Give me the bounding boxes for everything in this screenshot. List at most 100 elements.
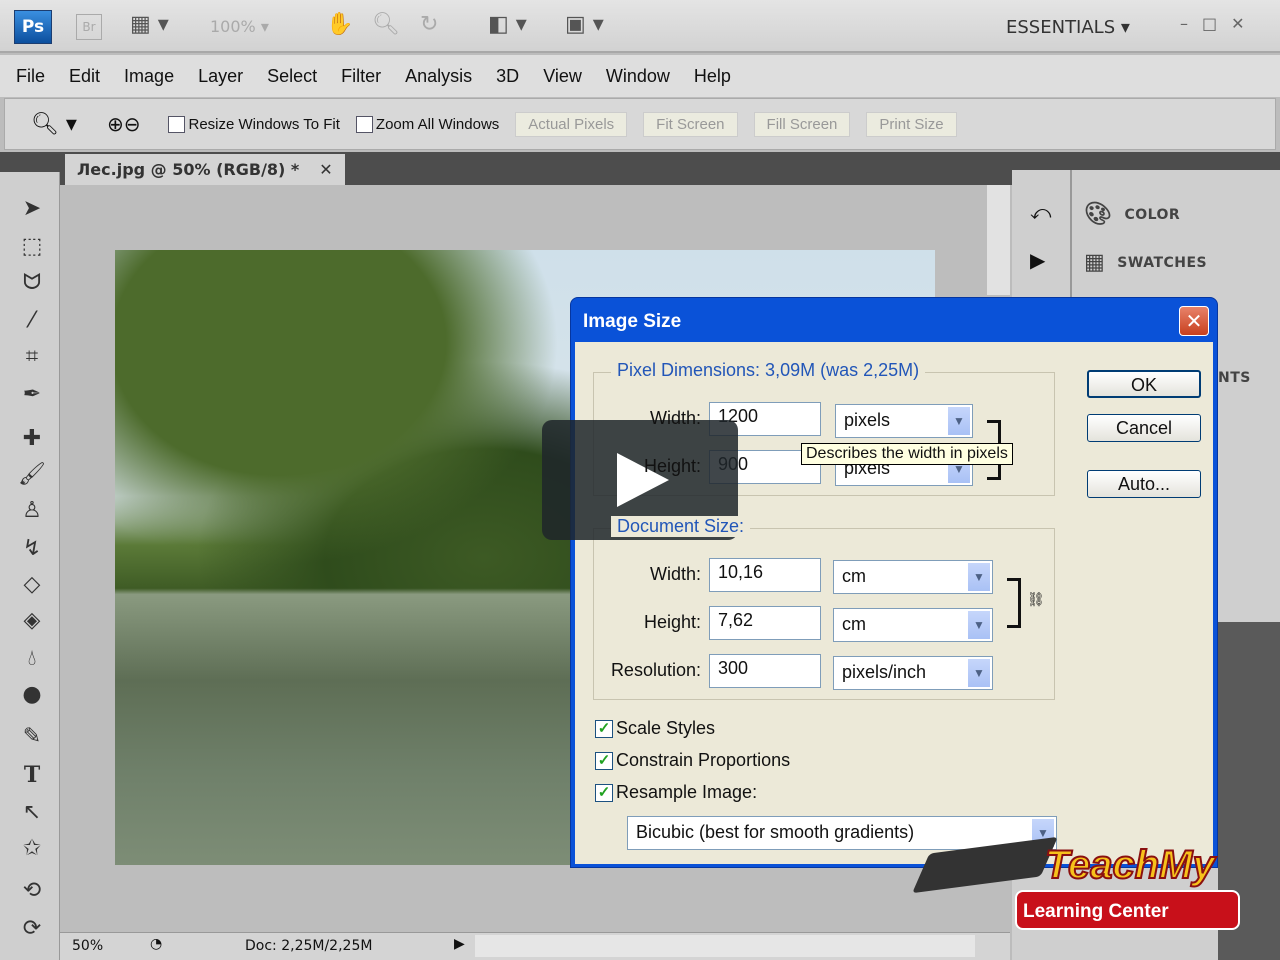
menu-file[interactable]: File (16, 66, 45, 87)
color-panel-tab[interactable]: 🎨︎ COLOR (1084, 202, 1180, 227)
dodge-tool-icon[interactable]: ● (18, 682, 46, 707)
doc-width-unit-select[interactable]: cm ▼ (833, 560, 993, 594)
menu-3d[interactable]: 3D (496, 66, 519, 87)
auto-button[interactable]: Auto... (1087, 470, 1201, 498)
doc-height-input[interactable]: 7,62 (709, 606, 821, 640)
quick-selection-tool-icon[interactable]: ⁄ (18, 308, 46, 333)
resize-windows-label: Resize Windows To Fit (188, 115, 340, 133)
actions-icon[interactable]: ▶ (1030, 248, 1045, 272)
menu-help[interactable]: Help (694, 66, 731, 87)
pixel-height-label: Height: (643, 456, 701, 476)
zoom-tool-preset-icon[interactable]: 🔍︎ ▾ (31, 112, 77, 137)
doc-width-label: Width: (649, 564, 701, 584)
marquee-tool-icon[interactable]: ⬚ (18, 234, 46, 259)
workspace-switcher[interactable]: ESSENTIALS ▾ (1006, 17, 1130, 38)
status-icon: ◔ (150, 936, 163, 952)
history-brush-icon[interactable]: ↯ (18, 536, 46, 561)
logo-line2: Learning Center (1023, 901, 1169, 922)
resample-label: Resample Image: (616, 782, 758, 802)
chevron-down-icon: ▼ (948, 407, 970, 435)
horizontal-scrollbar[interactable] (475, 935, 975, 957)
fill-screen-button[interactable]: Fill Screen (753, 111, 851, 137)
cancel-button[interactable]: Cancel (1087, 414, 1201, 442)
status-menu-arrow[interactable]: ▶ (454, 936, 465, 952)
history-icon[interactable]: ⤺ (1030, 200, 1051, 224)
resample-method: Bicubic (best for smooth gradients) (636, 822, 915, 842)
3d-orbit-icon[interactable]: ⟳ (18, 916, 46, 941)
menu-filter[interactable]: Filter (341, 66, 381, 87)
menu-window[interactable]: Window (606, 66, 670, 87)
pixel-width-unit: pixels (844, 410, 891, 430)
close-dialog-button[interactable]: ✕ (1179, 306, 1209, 336)
path-selection-icon[interactable]: ↖ (18, 800, 46, 825)
clone-stamp-icon[interactable]: ♙ (18, 498, 46, 523)
healing-brush-icon[interactable]: ✚ (18, 426, 46, 451)
dialog-title: Image Size (583, 311, 682, 332)
zoom-field[interactable]: 50% (72, 938, 103, 954)
pixel-width-label: Width: (649, 408, 701, 428)
vertical-scrollbar[interactable] (987, 185, 1010, 295)
bridge-button[interactable]: Br (76, 14, 102, 40)
resolution-input[interactable]: 300 (709, 654, 821, 688)
crop-tool-icon[interactable]: ⌗ (18, 344, 46, 369)
actual-pixels-button[interactable]: Actual Pixels (515, 111, 628, 137)
panel-collapse-bar[interactable] (1012, 152, 1280, 170)
document-tab[interactable]: Лес.jpg @ 50% (RGB/8) * ✕ (65, 154, 345, 185)
zoom-all-label: Zoom All Windows (375, 115, 500, 133)
tools-panel: ➤ ⬚ ᗢ ⁄ ⌗ ✒ ✚ 🖌︎ ♙ ↯ ◇ ◈ 💧︎ ● ✎ T ↖ ✩ ⟲ … (0, 172, 60, 960)
zoom-level-dropdown[interactable]: 100% ▾ (210, 17, 269, 36)
type-tool-icon[interactable]: T (18, 762, 46, 788)
doc-link-bracket (1007, 578, 1021, 628)
workspace-label: ESSENTIALS (1006, 17, 1116, 38)
paint-bucket-icon[interactable]: ◈ (18, 608, 46, 633)
dialog-body: Pixel Dimensions: 3,09M (was 2,25M) Widt… (575, 342, 1213, 864)
ok-button[interactable]: OK (1087, 370, 1201, 398)
resolution-unit-select[interactable]: pixels/inch ▼ (833, 656, 993, 690)
doc-height-unit-select[interactable]: cm ▼ (833, 608, 993, 642)
adjustments-panel-tab[interactable]: NTS (1218, 370, 1251, 386)
constrain-proportions-checkbox[interactable]: ✓ Constrain Proportions (595, 750, 790, 771)
menu-bar: File Edit Image Layer Select Filter Anal… (0, 55, 1280, 97)
view-extras-icon[interactable]: ▦ ▾ (130, 12, 169, 37)
pen-tool-icon[interactable]: ✎ (18, 724, 46, 749)
move-tool-icon[interactable]: ➤ (18, 196, 46, 221)
shape-tool-icon[interactable]: ✩ (18, 836, 46, 861)
print-size-button[interactable]: Print Size (866, 111, 957, 137)
menu-edit[interactable]: Edit (69, 66, 100, 87)
window-controls[interactable]: –□✕ (1180, 14, 1259, 33)
brush-tool-icon[interactable]: 🖌︎ (18, 462, 46, 487)
resize-windows-checkbox[interactable]: Resize Windows To Fit (168, 115, 340, 133)
screen-mode-icon[interactable]: ▣ ▾ (565, 12, 604, 37)
scale-styles-checkbox[interactable]: ✓ Scale Styles (595, 718, 715, 739)
3d-rotate-icon[interactable]: ⟲ (18, 878, 46, 903)
resample-image-checkbox[interactable]: ✓ Resample Image: (595, 782, 757, 803)
lasso-tool-icon[interactable]: ᗢ (18, 270, 46, 295)
pixel-width-unit-select[interactable]: pixels ▼ (835, 404, 973, 438)
eraser-tool-icon[interactable]: ◇ (18, 572, 46, 597)
menu-select[interactable]: Select (267, 66, 317, 87)
application-bar: Ps Br ▦ ▾ 100% ▾ ✋ 🔍︎ ↻ ◧ ▾ ▣ ▾ ESSENTIA… (0, 0, 1280, 53)
swatches-panel-tab[interactable]: ▦ SWATCHES (1084, 250, 1207, 275)
eyedropper-tool-icon[interactable]: ✒ (18, 382, 46, 407)
menu-layer[interactable]: Layer (198, 66, 243, 87)
hand-tool-icon[interactable]: ✋ (326, 12, 353, 37)
image-size-dialog: Image Size ✕ Pixel Dimensions: 3,09M (wa… (570, 297, 1218, 868)
zoom-all-windows-checkbox[interactable]: Zoom All Windows (355, 115, 500, 133)
close-tab-icon[interactable]: ✕ (319, 160, 332, 179)
document-tab-title: Лес.jpg @ 50% (RGB/8) * (77, 160, 300, 179)
menu-analysis[interactable]: Analysis (405, 66, 472, 87)
doc-height-unit: cm (842, 614, 866, 634)
doc-height-label: Height: (643, 612, 701, 632)
menu-image[interactable]: Image (124, 66, 174, 87)
adjustments-label: NTS (1218, 370, 1251, 386)
swatches-label: SWATCHES (1117, 254, 1208, 271)
arrange-documents-icon[interactable]: ◧ ▾ (488, 12, 527, 37)
doc-width-input[interactable]: 10,16 (709, 558, 821, 592)
blur-tool-icon[interactable]: 💧︎ (18, 646, 46, 671)
fit-screen-button[interactable]: Fit Screen (643, 111, 738, 137)
zoom-in-out-icons[interactable]: ⊕⊖ (107, 112, 141, 136)
rotate-view-icon[interactable]: ↻ (420, 12, 438, 37)
menu-view[interactable]: View (543, 66, 582, 87)
zoom-tool-icon[interactable]: 🔍︎ (372, 12, 400, 37)
resolution-unit: pixels/inch (842, 662, 927, 682)
